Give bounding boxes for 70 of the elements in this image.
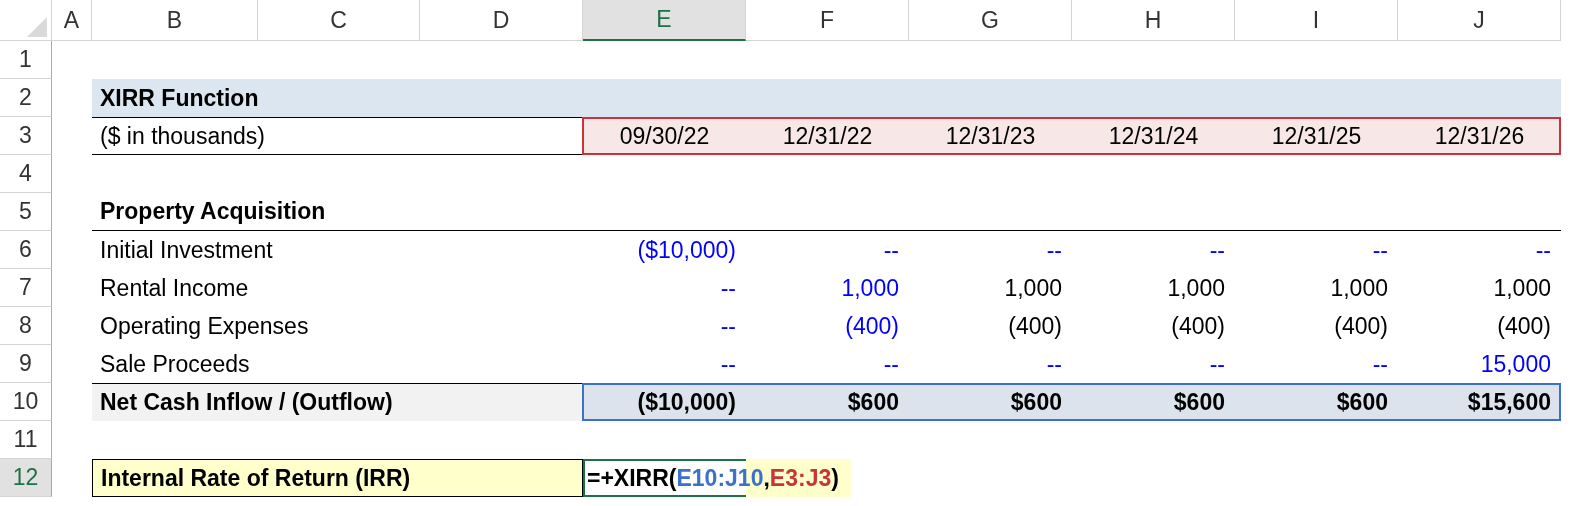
value-cell-text: 1,000 (840, 273, 900, 303)
row-label: Sale Proceeds (99, 349, 251, 379)
column-header[interactable]: D (420, 0, 583, 41)
section-heading: Property Acquisition (92, 193, 1561, 231)
row-label: Operating Expenses (99, 311, 310, 341)
row-header[interactable]: 1 (0, 41, 52, 79)
column-header[interactable]: G (909, 0, 1072, 41)
value-cell-text: -- (1208, 235, 1226, 265)
value-cell-text: 1,000 (1329, 273, 1389, 303)
row-header[interactable]: 2 (0, 79, 52, 117)
total-cell-text: $600 (846, 387, 900, 417)
row-header[interactable]: 12 (0, 459, 52, 497)
value-cell-text: (400) (844, 311, 900, 341)
value-cell-text: (400) (1496, 311, 1552, 341)
column-header[interactable]: A (52, 0, 92, 41)
value-cell-text: ($10,000) (636, 235, 737, 265)
select-all-corner[interactable] (0, 0, 52, 41)
column-header[interactable]: B (92, 0, 258, 41)
row-header[interactable]: 3 (0, 117, 52, 155)
value-cell-text: 1,000 (1003, 273, 1063, 303)
value-cell-text: (400) (1007, 311, 1063, 341)
date-cell-text: 12/31/22 (781, 121, 874, 151)
column-header[interactable]: C (258, 0, 420, 41)
date-cell-text: 09/30/22 (618, 121, 711, 151)
value-cell-text: -- (1045, 235, 1063, 265)
total-cell-text: ($10,000) (636, 387, 737, 417)
column-header[interactable]: J (1398, 0, 1561, 41)
value-cell-text: -- (1371, 235, 1389, 265)
value-cell-text: -- (1208, 349, 1226, 379)
total-label: Net Cash Inflow / (Outflow) (92, 383, 583, 421)
row-header[interactable]: 10 (0, 383, 52, 421)
date-cell-text: 12/31/26 (1433, 121, 1526, 151)
column-header[interactable]: F (746, 0, 909, 41)
value-cell-text: -- (1371, 349, 1389, 379)
value-cell-text: -- (719, 349, 737, 379)
value-cell-text: (400) (1170, 311, 1226, 341)
value-cell-text: -- (1534, 235, 1552, 265)
value-cell-text: -- (882, 235, 900, 265)
value-cell-text: 1,000 (1492, 273, 1552, 303)
value-cell-text: (400) (1333, 311, 1389, 341)
row-header[interactable]: 7 (0, 269, 52, 307)
column-header[interactable]: I (1235, 0, 1398, 41)
total-cell-text: $15,600 (1466, 387, 1552, 417)
total-cell-text: $600 (1335, 387, 1389, 417)
row-header[interactable]: 5 (0, 193, 52, 231)
value-cell-text: -- (719, 273, 737, 303)
date-cell-text: 12/31/24 (1107, 121, 1200, 151)
row-header[interactable]: 4 (0, 155, 52, 193)
active-cell: =+XIRR(E10:J10,E3:J3) (583, 459, 851, 497)
row-label: Rental Income (99, 273, 250, 303)
row-header[interactable]: 11 (0, 421, 52, 459)
date-cell-text: 12/31/23 (944, 121, 1037, 151)
value-cell-text: -- (882, 349, 900, 379)
total-cell-text: $600 (1172, 387, 1226, 417)
row-header[interactable]: 8 (0, 307, 52, 345)
units-label: ($ in thousands) (99, 121, 266, 151)
value-cell-text: -- (1045, 349, 1063, 379)
column-header[interactable]: E (583, 0, 746, 41)
row-header[interactable]: 6 (0, 231, 52, 269)
total-cell-text: $600 (1009, 387, 1063, 417)
date-cell-text: 12/31/25 (1270, 121, 1363, 151)
value-cell-text: 15,000 (1479, 349, 1552, 379)
column-header[interactable]: H (1072, 0, 1235, 41)
row-label: Initial Investment (99, 235, 274, 265)
value-cell-text: -- (719, 311, 737, 341)
section-heading: XIRR Function (99, 83, 260, 113)
value-cell-text: 1,000 (1166, 273, 1226, 303)
corner-triangle-icon (26, 17, 47, 37)
row-header[interactable]: 9 (0, 345, 52, 383)
irr-label: Internal Rate of Return (IRR) (92, 459, 583, 497)
